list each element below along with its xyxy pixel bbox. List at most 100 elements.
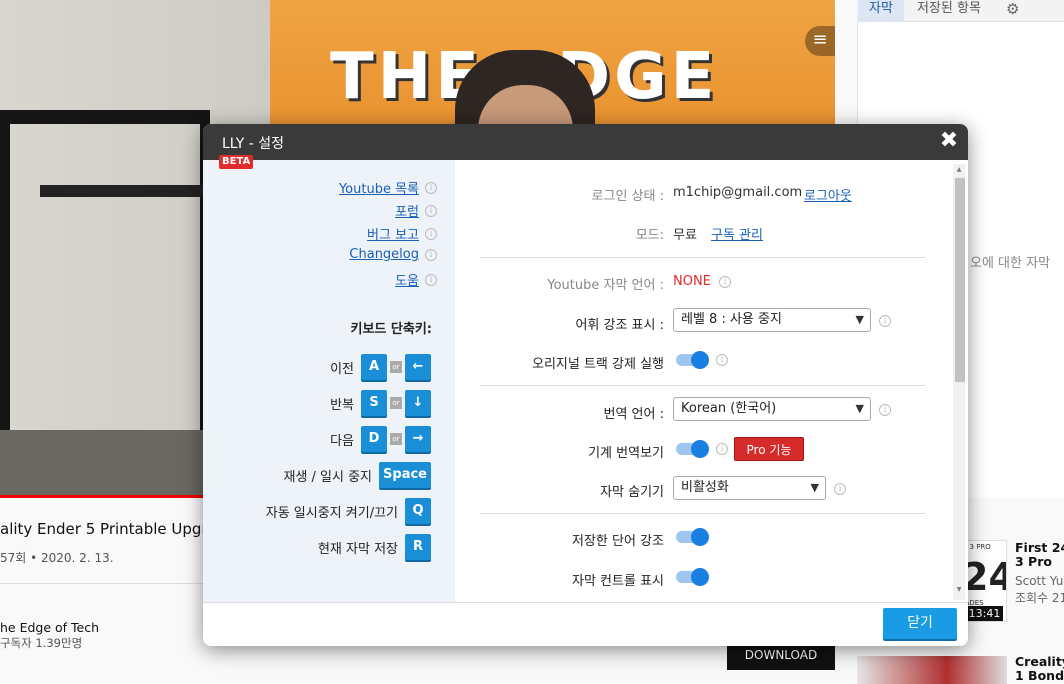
video-title: ality Ender 5 Printable Upgra: [0, 520, 217, 538]
scrollbar-thumb[interactable]: [955, 178, 965, 382]
info-icon[interactable]: i: [425, 227, 437, 240]
shortcut-auto-pause: 자동 일시중지 켜기/끄기 Q: [266, 498, 431, 524]
thumb-number: 24: [962, 555, 1006, 599]
info-icon[interactable]: i: [425, 273, 437, 286]
hide-subtitles-value: 비활성화: [681, 480, 729, 495]
shortcut-repeat: 반복 S or ↓: [330, 390, 431, 416]
recommended-thumbnail-2[interactable]: [857, 656, 1007, 684]
divider: [480, 257, 925, 258]
vocab-highlight-value: 레벨 8 : 사용 중지: [681, 312, 782, 327]
tab-subtitles[interactable]: 자막: [858, 0, 904, 22]
tab-saved[interactable]: 저장된 항목: [917, 0, 981, 18]
saved-words-highlight-toggle[interactable]: [676, 528, 709, 546]
logout-link[interactable]: 로그아웃: [804, 185, 852, 204]
login-status-label: 로그인 상태 :: [591, 189, 664, 204]
link-forum-row: 포럼 i: [395, 201, 437, 220]
key-r: R: [405, 534, 431, 560]
info-icon[interactable]: i: [425, 204, 437, 217]
key-space: Space: [379, 462, 431, 488]
link-changelog-row: Changelog i: [349, 247, 437, 262]
toggle-knob: [691, 568, 709, 586]
chevron-down-icon: ▼: [855, 402, 864, 415]
link-help[interactable]: 도움: [395, 270, 419, 289]
info-icon[interactable]: i: [425, 248, 437, 261]
youtube-subtitle-language-label: Youtube 자막 언어 :: [547, 278, 664, 293]
info-icon[interactable]: i: [834, 483, 846, 495]
arrow-left-key: ←: [405, 354, 431, 380]
shortcut-save-subtitle: 현재 자막 저장 R: [318, 534, 431, 560]
link-youtube-list[interactable]: Youtube 목록: [339, 178, 419, 197]
login-email: m1chip@gmail.com: [673, 185, 803, 200]
translation-language-value: Korean (한국어): [681, 401, 777, 416]
link-changelog[interactable]: Changelog: [349, 247, 419, 262]
recommended-title-line1: First 24 U: [1015, 541, 1064, 555]
translation-language-select[interactable]: Korean (한국어) ▼: [673, 397, 871, 421]
info-icon[interactable]: i: [425, 181, 437, 194]
or-separator: or: [390, 397, 402, 409]
translation-language-label: 번역 언어 :: [603, 407, 665, 422]
or-separator: or: [390, 361, 402, 373]
saved-words-highlight-label: 저장한 단어 강조: [572, 534, 664, 549]
info-icon[interactable]: i: [719, 276, 731, 288]
machine-translation-toggle[interactable]: [676, 440, 709, 458]
divider: [480, 385, 925, 386]
or-separator: or: [390, 433, 402, 445]
arrow-down-key: ↓: [405, 390, 431, 416]
shortcut-next: 다음 D or →: [330, 426, 431, 452]
video-printer-bed: [40, 185, 230, 197]
recommended-title-line2: 3 Pro: [1015, 554, 1052, 569]
info-icon[interactable]: i: [716, 354, 728, 366]
info-icon[interactable]: i: [716, 443, 728, 455]
key-d: D: [361, 426, 387, 452]
shortcut-prev: 이전 A or ←: [330, 354, 431, 380]
video-duration: 13:41: [966, 606, 1003, 621]
link-bug-report[interactable]: 버그 보고: [367, 224, 419, 243]
manage-subscription-link[interactable]: 구독 관리: [711, 224, 763, 243]
close-icon[interactable]: ✖: [937, 128, 961, 154]
key-a: A: [361, 354, 387, 380]
subtitle-controls-toggle[interactable]: [676, 568, 709, 586]
recommended-title-2-line2: 1 Bondte: [1015, 668, 1064, 683]
link-bug-report-row: 버그 보고 i: [367, 224, 437, 243]
modal-title: LLY - 설정: [222, 136, 285, 152]
toggle-knob: [691, 351, 709, 369]
vocab-highlight-select[interactable]: 레벨 8 : 사용 중지 ▼: [673, 308, 871, 332]
youtube-subtitle-language-value: NONE: [673, 274, 711, 289]
left-panel: Youtube 목록 i 포럼 i 버그 보고 i Changelog i 도움…: [203, 160, 455, 602]
mode-label: 모드:: [635, 228, 664, 243]
link-forum[interactable]: 포럼: [395, 201, 419, 220]
gear-icon[interactable]: ⚙: [1006, 0, 1019, 18]
info-icon[interactable]: i: [879, 315, 891, 327]
modal-header: LLY - 설정 ✖: [203, 124, 968, 160]
force-original-track-toggle[interactable]: [676, 351, 709, 369]
recommended-channel: Scott Yu-J: [1015, 574, 1064, 588]
close-button[interactable]: 닫기: [883, 608, 957, 639]
hide-subtitles-select[interactable]: 비활성화 ▼: [673, 476, 826, 500]
mode-value: 무료: [673, 228, 697, 243]
hide-subtitles-label: 자막 숨기기: [600, 485, 664, 500]
channel-subscribers: 구독자 1.39만명: [0, 636, 83, 650]
link-help-row: 도움 i: [395, 270, 437, 289]
menu-icon[interactable]: ≡: [805, 26, 835, 56]
shortcut-label: 다음: [330, 433, 354, 449]
toggle-knob: [691, 440, 709, 458]
recommended-title[interactable]: First 24 U 3 Pro: [1015, 541, 1064, 569]
scroll-down-icon[interactable]: ▼: [955, 586, 963, 593]
pro-feature-button[interactable]: Pro 기능: [734, 437, 804, 461]
recommended-title-2[interactable]: Creality E 1 Bondte: [1015, 655, 1064, 683]
beta-badge: BETA: [219, 155, 254, 169]
shortcut-label: 재생 / 일시 중지: [283, 469, 373, 485]
scroll-up-icon[interactable]: ▲: [955, 166, 963, 173]
shortcut-label: 이전: [330, 361, 354, 377]
recommended-views: 조회수 21: [1015, 591, 1064, 605]
side-panel-text: 오에 대한 자막: [970, 256, 1051, 271]
machine-translation-label: 기계 번역보기: [588, 446, 664, 461]
settings-modal: LLY - 설정 ✖ Youtube 목록 i 포럼 i 버그 보고 i Cha…: [203, 124, 968, 646]
channel-name[interactable]: he Edge of Tech: [0, 620, 99, 635]
info-icon[interactable]: i: [879, 404, 891, 416]
video-printer: [0, 110, 210, 470]
divider: [480, 513, 925, 514]
chevron-down-icon: ▼: [855, 313, 864, 326]
video-meta: 57회 • 2020. 2. 13.: [0, 551, 114, 565]
subtitle-controls-label: 자막 컨트롤 표시: [572, 574, 664, 589]
